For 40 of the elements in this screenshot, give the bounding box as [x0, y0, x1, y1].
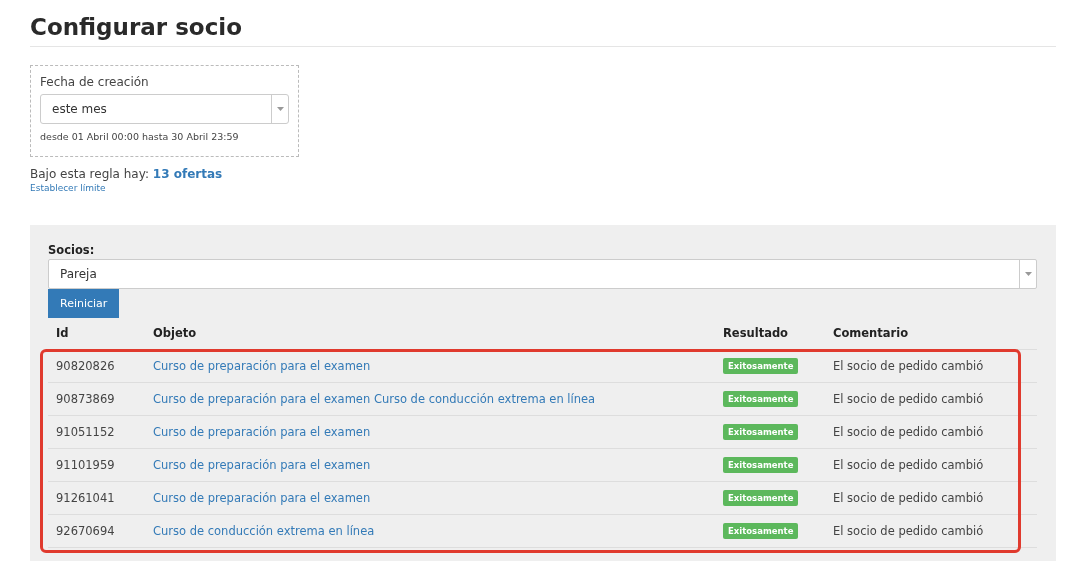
table-cell-text: 91051152	[55, 425, 116, 439]
column-header: Comentario	[832, 325, 910, 342]
summary-text: Bajo esta regla hay:	[30, 167, 149, 181]
table-cell-text: 90873869	[55, 392, 116, 406]
caret-icon	[1024, 272, 1032, 276]
status-badge: Exitosamente	[723, 490, 799, 506]
status-badge: Exitosamente	[723, 391, 799, 407]
object-link[interactable]: Curso de preparación para el examen	[153, 359, 371, 373]
table-cell-text: 92670694	[55, 524, 116, 538]
object-link[interactable]: Curso de preparación para el examen	[153, 491, 371, 505]
table-cell-text: El socio de pedido cambió	[832, 524, 985, 538]
partners-label: Socios:	[48, 243, 96, 257]
column-header: Resultado	[722, 325, 790, 342]
table-cell-text: 90820826	[55, 359, 116, 373]
status-badge: Exitosamente	[723, 358, 799, 374]
reset-button[interactable]: Reiniciar	[48, 289, 120, 318]
date-range: desde 01 Abril 00:00 hasta 30 Abril 23:59	[40, 131, 240, 142]
filter-label: Fecha de creación	[40, 75, 150, 89]
table-cell-text: El socio de pedido cambió	[832, 359, 985, 373]
object-link[interactable]: Curso de preparación para el examen	[153, 458, 371, 472]
limit-link[interactable]: Establecer límite	[30, 183, 1056, 193]
table-cell-text: El socio de pedido cambió	[832, 491, 985, 505]
object-link[interactable]: Curso de preparación para el examen Curso de conducción extrema en línea	[153, 392, 596, 406]
status-badge: Exitosamente	[723, 523, 799, 539]
page-title: Configurar socio	[30, 0, 1056, 47]
table-cell-text: 91101959	[55, 458, 116, 472]
table-cell-text: El socio de pedido cambió	[832, 392, 985, 406]
offers-link[interactable]: 13 ofertas	[152, 167, 223, 181]
column-header: Id	[55, 325, 70, 342]
partner-select[interactable]: Pareja	[48, 259, 1037, 289]
object-link[interactable]: Curso de preparación para el examen	[153, 425, 371, 439]
column-header: Objeto	[152, 325, 198, 342]
status-badge: Exitosamente	[723, 424, 799, 440]
table-cell-text: El socio de pedido cambió	[832, 425, 985, 439]
object-link[interactable]: Curso de conducción extrema en línea	[153, 524, 375, 538]
caret-icon	[276, 107, 284, 111]
table-cell-text: 91261041	[55, 491, 116, 505]
table-cell-text: El socio de pedido cambió	[832, 458, 985, 472]
date-select[interactable]: este mes	[40, 94, 289, 124]
status-badge: Exitosamente	[723, 457, 799, 473]
